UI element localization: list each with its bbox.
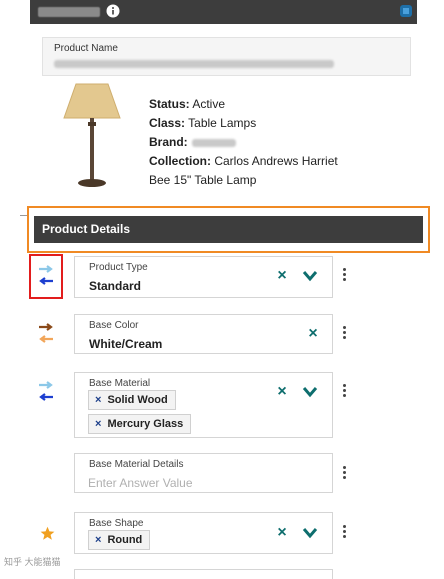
base-color-value: White/Cream: [89, 337, 163, 351]
product-info: Status: Active Class: Table Lamps Brand:…: [149, 95, 338, 190]
product-type-label: Product Type: [89, 262, 148, 273]
base-material-field[interactable]: Base Material × Solid Wood × Mercury Glass: [74, 372, 333, 438]
product-name-value-redacted: [54, 60, 334, 68]
corner-badge-icon[interactable]: [399, 4, 413, 18]
base-material-details-label: Base Material Details: [89, 459, 184, 470]
more-options-icon[interactable]: [342, 384, 348, 400]
chip-mercury-glass[interactable]: × Mercury Glass: [88, 414, 192, 434]
class-label: Class:: [149, 116, 186, 130]
next-field-partial[interactable]: [74, 569, 333, 579]
divider: [20, 215, 27, 216]
chip-label: Mercury Glass: [107, 418, 184, 430]
clear-base-shape-button[interactable]: ×: [274, 525, 290, 541]
chip-label: Solid Wood: [107, 394, 168, 406]
chevron-down-icon[interactable]: [302, 270, 318, 282]
base-shape-label: Base Shape: [89, 518, 144, 529]
clear-base-material-button[interactable]: ×: [274, 384, 290, 400]
product-type-field[interactable]: Product Type Standard: [74, 256, 333, 298]
product-name-label: Product Name: [54, 43, 118, 54]
chip-label: Round: [107, 534, 143, 546]
redacted-title: [38, 7, 100, 17]
collection-value: Carlos Andrews Harriet: [214, 154, 338, 168]
more-options-icon[interactable]: [342, 268, 348, 284]
clear-base-color-button[interactable]: ×: [305, 326, 321, 342]
swap-arrows-icon[interactable]: [38, 380, 54, 402]
status-label: Status:: [149, 97, 190, 111]
product-type-value: Standard: [89, 279, 142, 293]
more-options-icon[interactable]: [342, 326, 348, 342]
base-material-label: Base Material: [89, 378, 151, 389]
swap-arrows-icon[interactable]: [38, 322, 54, 344]
section-header-product-details[interactable]: Product Details: [34, 216, 423, 243]
collection-label: Collection:: [149, 154, 211, 168]
chevron-down-icon[interactable]: [302, 527, 318, 539]
class-row: Class: Table Lamps: [149, 114, 338, 133]
base-material-details-field[interactable]: Base Material Details Enter Answer Value: [74, 453, 333, 493]
status-row: Status: Active: [149, 95, 338, 114]
status-value: Active: [192, 97, 226, 111]
clear-product-type-button[interactable]: ×: [274, 268, 290, 284]
base-shape-field[interactable]: Base Shape × Round: [74, 512, 333, 554]
star-icon: [40, 526, 55, 540]
class-value: Table Lamps: [188, 116, 257, 130]
base-color-label: Base Color: [89, 320, 139, 331]
base-color-field[interactable]: Base Color White/Cream: [74, 314, 333, 354]
brand-value-redacted: [191, 138, 236, 147]
chip-round[interactable]: × Round: [88, 530, 151, 550]
chip-remove-icon[interactable]: ×: [95, 418, 101, 430]
swap-arrows-icon[interactable]: [38, 264, 54, 286]
product-name-card: Product Name: [42, 37, 411, 76]
product-image: [63, 83, 121, 187]
info-icon[interactable]: [106, 4, 120, 18]
watermark: 知乎 大能猫猫: [4, 557, 61, 567]
chip-remove-icon[interactable]: ×: [95, 534, 101, 546]
more-options-icon[interactable]: [342, 466, 348, 482]
more-options-icon[interactable]: [342, 525, 348, 541]
chip-remove-icon[interactable]: ×: [95, 394, 101, 406]
collection-row: Collection: Carlos Andrews Harriet: [149, 152, 338, 171]
collection-row-line2: Bee 15" Table Lamp: [149, 173, 257, 187]
base-material-details-input[interactable]: Enter Answer Value: [88, 476, 193, 490]
top-header-bar: [30, 0, 417, 24]
brand-label: Brand:: [149, 135, 188, 149]
brand-row: Brand:: [149, 133, 338, 152]
chip-solid-wood[interactable]: × Solid Wood: [88, 390, 176, 410]
chevron-down-icon[interactable]: [302, 386, 318, 398]
